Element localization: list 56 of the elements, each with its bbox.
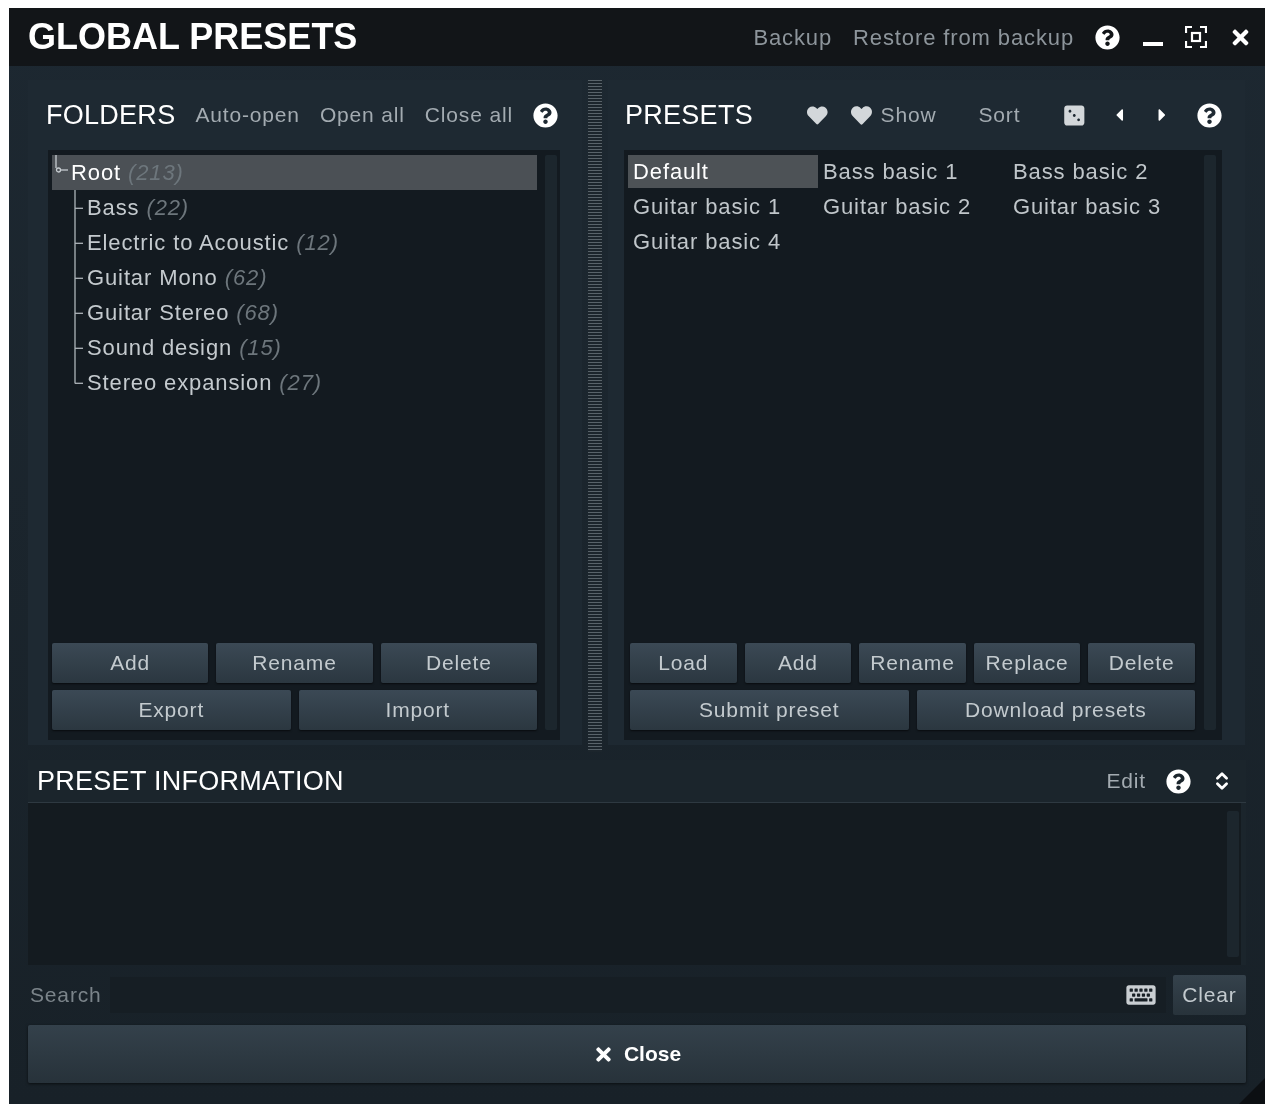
preset-item[interactable]: Guitar basic 3: [1008, 190, 1198, 223]
folder-item[interactable]: Electric to Acoustic (12): [71, 225, 537, 260]
dice-icon[interactable]: [1064, 103, 1085, 127]
action-button[interactable]: Delete: [380, 643, 537, 683]
heart-icon: [849, 104, 873, 126]
folder-item[interactable]: Stereo expansion (27): [71, 365, 537, 400]
action-button[interactable]: Rename: [216, 643, 373, 683]
header-link[interactable]: Restore from backup: [853, 20, 1074, 54]
show-button[interactable]: Show: [849, 99, 937, 131]
panel-title: PRESETS: [625, 98, 753, 132]
clear-button[interactable]: Clear: [1173, 975, 1246, 1015]
preset-item[interactable]: Guitar basic 2: [818, 190, 1008, 223]
action-button[interactable]: Delete: [1088, 643, 1195, 683]
action-button[interactable]: Rename: [859, 643, 966, 683]
tree-line-icon: [74, 260, 83, 295]
tree-line-icon: [74, 225, 83, 260]
action-button[interactable]: Add: [52, 643, 209, 683]
tree-line-icon: [74, 190, 83, 225]
tree-line-icon: [74, 295, 83, 330]
preset-item[interactable]: Bass basic 1: [818, 155, 1008, 188]
tree-line-icon: [55, 155, 68, 173]
folder-item[interactable]: Sound design (15): [71, 330, 537, 365]
help-icon[interactable]: [532, 102, 558, 128]
folder-item[interactable]: Guitar Stereo (68): [71, 295, 537, 330]
header-link[interactable]: Close all: [424, 99, 513, 131]
action-button[interactable]: Load: [630, 643, 737, 683]
sort-button[interactable]: Sort: [978, 99, 1021, 131]
preset-item[interactable]: Guitar basic 4: [628, 225, 818, 258]
action-button[interactable]: Export: [52, 690, 291, 730]
preset-item[interactable]: Guitar basic 1: [628, 190, 818, 223]
preset-item[interactable]: Default: [628, 155, 818, 188]
header-link[interactable]: Auto-open: [195, 99, 300, 131]
resize-grip-icon[interactable]: [1239, 1078, 1265, 1104]
search-label: Search: [29, 982, 103, 1009]
action-button[interactable]: Replace: [973, 643, 1081, 683]
preset-item[interactable]: Bass basic 2: [1008, 155, 1198, 188]
help-icon[interactable]: [1095, 24, 1120, 50]
help-icon[interactable]: [1197, 102, 1222, 128]
action-button[interactable]: Download presets: [916, 690, 1195, 730]
heart-icon[interactable]: [806, 104, 828, 126]
close-button[interactable]: Close: [28, 1025, 1246, 1083]
help-icon[interactable]: [1166, 768, 1191, 794]
folder-item[interactable]: Guitar Mono (62): [71, 260, 537, 295]
folder-item[interactable]: Bass (22): [71, 190, 537, 225]
header-link[interactable]: Backup: [753, 20, 833, 54]
panel-title: FOLDERS: [46, 98, 176, 132]
window-title: GLOBAL PRESETS: [28, 15, 358, 59]
fullscreen-icon[interactable]: [1185, 26, 1207, 48]
search-field[interactable]: [110, 977, 1166, 1013]
header-link[interactable]: Open all: [319, 99, 405, 131]
info-text-field[interactable]: [28, 803, 1241, 965]
panel-title: PRESET INFORMATION: [37, 764, 344, 798]
action-button[interactable]: Submit preset: [630, 690, 909, 730]
action-button[interactable]: Add: [744, 643, 852, 683]
edit-button[interactable]: Edit: [1106, 765, 1146, 797]
action-button[interactable]: Import: [298, 690, 537, 730]
